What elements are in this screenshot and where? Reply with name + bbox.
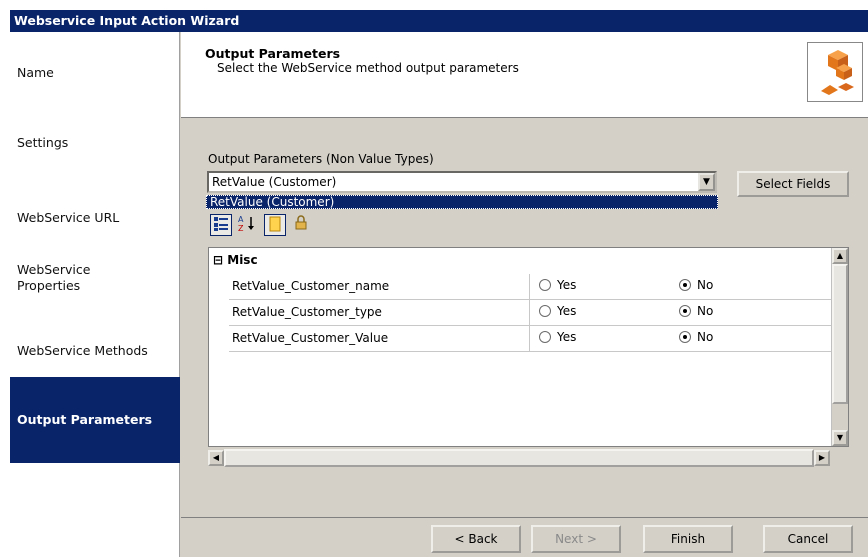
radio-no[interactable]: No [679, 304, 713, 318]
wizard-content: Output Parameters (Non Value Types) RetV… [181, 119, 868, 557]
property-grid-toolbar: A Z [208, 211, 849, 239]
radio-no-label: No [697, 278, 714, 292]
step-webservice-url[interactable]: WebService URL [10, 210, 180, 226]
boxes-icon [807, 42, 863, 102]
page-subtitle: Select the WebService method output para… [217, 61, 519, 75]
step-settings[interactable]: Settings [10, 135, 180, 151]
page-title: Output Parameters [205, 46, 341, 61]
scroll-left-icon[interactable]: ◀ [208, 450, 224, 466]
radio-unchecked-icon[interactable] [539, 305, 551, 317]
chevron-down-icon[interactable]: ▼ [698, 173, 715, 191]
grid-category-label: Misc [227, 253, 258, 267]
output-parameters-label: Output Parameters (Non Value Types) [208, 152, 434, 166]
scroll-thumb[interactable] [832, 264, 848, 404]
radio-checked-icon[interactable] [679, 305, 691, 317]
next-button[interactable]: Next > [531, 525, 621, 553]
radio-no-label: No [697, 304, 714, 318]
step-webservice-properties[interactable]: WebService Properties [10, 262, 180, 294]
wizard-steps-sidebar: Name Settings WebService URL WebService … [10, 32, 180, 557]
radio-unchecked-icon[interactable] [539, 279, 551, 291]
output-parameters-combo[interactable]: RetValue (Customer) ▼ [207, 171, 717, 193]
sort-az-icon[interactable]: A Z [236, 214, 258, 236]
grid-category[interactable]: ⊟ Misc [213, 253, 258, 267]
properties-icon[interactable] [264, 214, 286, 236]
lock-icon[interactable] [290, 214, 312, 236]
parameter-name: RetValue_Customer_Value [232, 331, 389, 345]
collapse-icon[interactable]: ⊟ [213, 253, 223, 267]
back-button[interactable]: < Back [431, 525, 521, 553]
table-row: RetValue_Customer_name Yes No [229, 274, 832, 300]
radio-no[interactable]: No [679, 278, 713, 292]
window-title: Webservice Input Action Wizard [10, 10, 868, 32]
combo-selected-value: RetValue (Customer) [212, 175, 337, 189]
select-fields-button[interactable]: Select Fields [737, 171, 849, 197]
parameter-name: RetValue_Customer_type [232, 305, 382, 319]
step-output-parameters[interactable]: Output Parameters [10, 377, 180, 463]
table-row: RetValue_Customer_type Yes No [229, 300, 832, 326]
combo-dropdown-option[interactable]: RetValue (Customer) [206, 195, 718, 209]
table-row: RetValue_Customer_Value Yes No [229, 326, 832, 352]
radio-yes-label: Yes [557, 304, 577, 318]
radio-no-label: No [697, 330, 714, 344]
finish-button[interactable]: Finish [643, 525, 733, 553]
column-divider [529, 326, 530, 351]
column-divider [529, 274, 530, 299]
radio-checked-icon[interactable] [679, 331, 691, 343]
horizontal-scrollbar[interactable]: ◀ ▶ [208, 449, 832, 467]
scroll-thumb[interactable] [224, 449, 814, 467]
scroll-right-icon[interactable]: ▶ [814, 450, 830, 466]
property-grid: ⊟ Misc RetValue_Customer_name Yes No Ret… [208, 247, 849, 447]
svg-text:Z: Z [238, 224, 244, 232]
wizard-window: Webservice Input Action Wizard Name Sett… [10, 10, 868, 557]
wizard-header: Output Parameters Select the WebService … [181, 32, 868, 118]
scroll-up-icon[interactable]: ▲ [832, 248, 848, 264]
radio-yes[interactable]: Yes [539, 330, 576, 344]
radio-checked-icon[interactable] [679, 279, 691, 291]
radio-no[interactable]: No [679, 330, 713, 344]
cancel-button[interactable]: Cancel [763, 525, 853, 553]
step-name[interactable]: Name [10, 65, 180, 81]
radio-yes[interactable]: Yes [539, 278, 576, 292]
radio-yes-label: Yes [557, 330, 577, 344]
radio-yes[interactable]: Yes [539, 304, 576, 318]
radio-yes-label: Yes [557, 278, 577, 292]
parameter-name: RetValue_Customer_name [232, 279, 390, 293]
column-divider [529, 300, 530, 325]
svg-text:A: A [238, 215, 244, 224]
categorized-icon[interactable] [210, 214, 232, 236]
scroll-down-icon[interactable]: ▼ [832, 430, 848, 446]
step-webservice-methods[interactable]: WebService Methods [10, 343, 180, 359]
vertical-scrollbar[interactable]: ▲ ▼ [831, 248, 848, 446]
radio-unchecked-icon[interactable] [539, 331, 551, 343]
footer-divider [181, 517, 868, 518]
